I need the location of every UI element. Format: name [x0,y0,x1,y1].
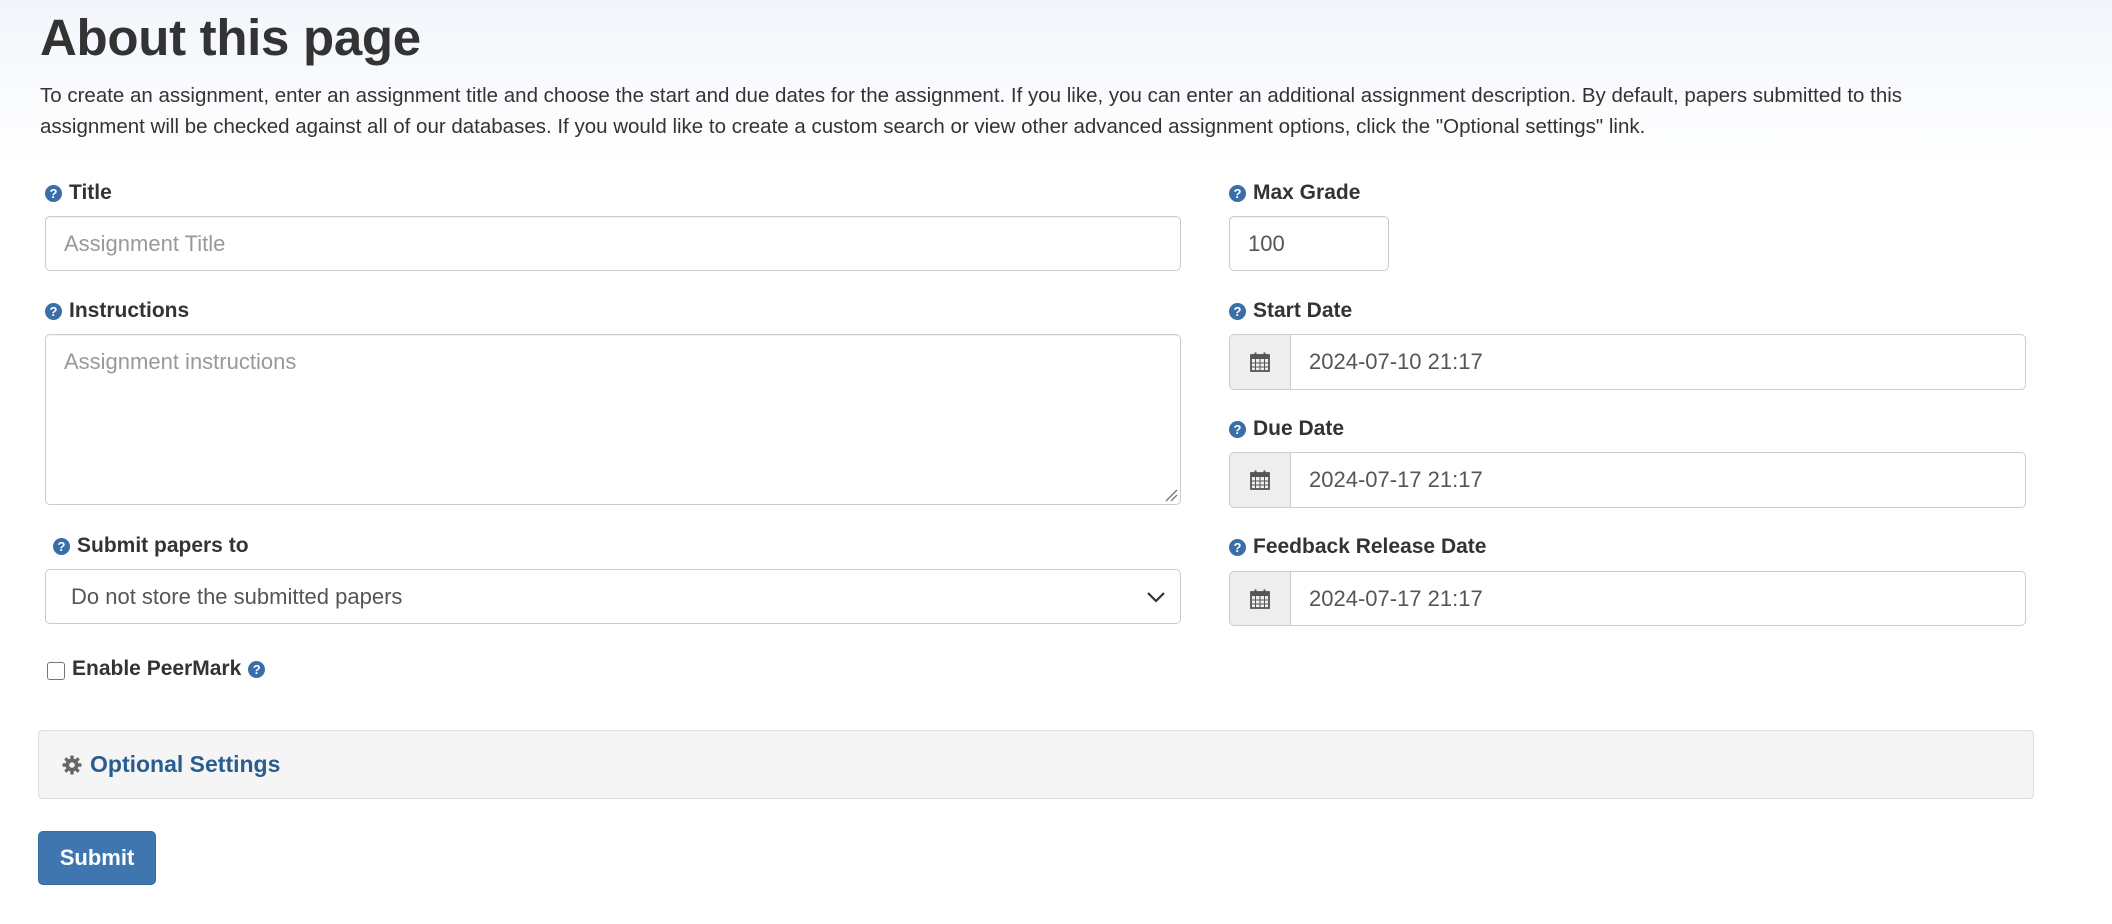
page-description: To create an assignment, enter an assign… [40,84,1903,138]
max-grade-value: 100 [1248,230,1285,256]
submit-papers-to-value: Do not store the submitted papers [71,583,403,609]
optional-settings-link[interactable]: Optional Settings [90,751,280,778]
gear-icon [62,755,82,774]
assignment-form-page: About this page To create an assignment,… [0,0,2112,924]
submit-papers-to-select[interactable]: Do not store the submitted papers [45,569,1181,624]
due-date-value[interactable]: 2024-07-17 21:17 [1291,453,2025,507]
calendar-icon[interactable] [1230,572,1291,625]
title-input[interactable]: Assignment Title [45,216,1181,271]
help-icon[interactable]: ? [1229,184,1246,202]
max-grade-input[interactable]: 100 [1229,216,1389,271]
start-date-field[interactable]: 2024-07-10 21:17 [1229,334,2026,390]
start-date-label: ? Start Date [1229,299,1352,323]
enable-peermark-label[interactable]: Enable PeerMark ? [72,657,266,681]
help-icon[interactable]: ? [45,302,62,320]
title-placeholder: Assignment Title [64,230,226,256]
submit-button[interactable]: Submit [38,831,156,885]
calendar-icon[interactable] [1230,335,1291,389]
resize-grip-icon[interactable] [1164,488,1178,502]
page-title: About this page [40,9,421,66]
max-grade-label: ? Max Grade [1229,181,1360,205]
instructions-label: ? Instructions [45,299,189,323]
chevron-down-icon [1147,591,1165,603]
submit-papers-to-label: ? Submit papers to [53,534,249,558]
enable-peermark-checkbox[interactable] [47,662,65,680]
help-icon[interactable]: ? [1229,302,1246,320]
calendar-icon[interactable] [1230,453,1291,507]
help-icon[interactable]: ? [53,537,70,555]
start-date-value[interactable]: 2024-07-10 21:17 [1291,335,2025,389]
optional-settings-panel[interactable]: Optional Settings [38,730,2034,799]
due-date-field[interactable]: 2024-07-17 21:17 [1229,452,2026,508]
help-icon[interactable]: ? [1229,538,1246,556]
help-icon[interactable]: ? [45,184,62,202]
instructions-placeholder: Assignment instructions [64,349,297,374]
feedback-release-date-field[interactable]: 2024-07-17 21:17 [1229,571,2026,626]
feedback-release-date-label: ? Feedback Release Date [1229,535,1486,559]
due-date-label: ? Due Date [1229,417,1344,441]
feedback-release-date-value[interactable]: 2024-07-17 21:17 [1291,572,2025,625]
instructions-textarea[interactable]: Assignment instructions [45,334,1181,505]
help-icon[interactable]: ? [1229,420,1246,438]
help-icon[interactable]: ? [248,660,266,678]
title-label: ? Title [45,181,112,205]
